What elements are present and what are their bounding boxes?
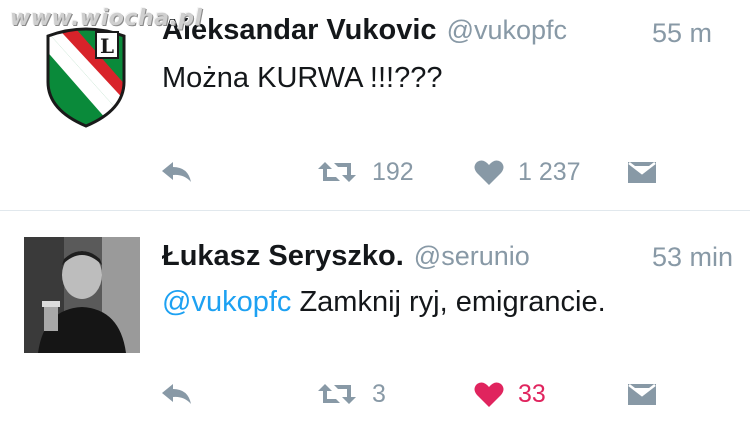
retweet-button[interactable]: 3 [316, 374, 386, 414]
retweet-icon [318, 162, 356, 182]
author-handle[interactable]: @vukopfc [447, 15, 567, 45]
tweet-text: Można KURWA !!!??? [162, 62, 442, 95]
timestamp[interactable]: 55 m [652, 18, 712, 49]
tweet-body: Można KURWA !!!??? [162, 62, 443, 94]
author-name[interactable]: Łukasz Seryszko. [162, 240, 404, 272]
like-count: 1 237 [518, 157, 581, 186]
like-button[interactable]: 1 237 [474, 152, 581, 192]
tweet-text: @vukopfc Zamknij ryj, emigrancie. [162, 286, 606, 319]
avatar[interactable]: L [44, 22, 128, 128]
svg-text:L: L [100, 34, 114, 58]
retweet-button[interactable]: 192 [316, 152, 414, 192]
tweet-header: Aleksandar Vukovic @vukopfc [162, 14, 567, 47]
direct-message-button[interactable] [626, 374, 658, 414]
mention-link[interactable]: @vukopfc [162, 286, 291, 318]
avatar[interactable] [24, 237, 140, 353]
direct-message-icon [628, 162, 656, 183]
retweet-count: 192 [372, 157, 414, 186]
tweet-actions: 3 33 [0, 374, 750, 414]
tweet-header: Łukasz Seryszko. @serunio [162, 240, 530, 273]
tweet[interactable]: L Aleksandar Vukovic @vukopfc 55 m Można … [0, 0, 750, 210]
tweet[interactable]: Łukasz Seryszko. @serunio 53 min @vukopfc… [0, 211, 750, 428]
legia-crest-icon: L [46, 27, 126, 128]
reply-button[interactable] [160, 152, 194, 192]
tweet-actions: 192 1 237 [0, 152, 750, 192]
timestamp[interactable]: 53 min [652, 242, 733, 273]
reply-icon [162, 384, 191, 404]
heart-icon [474, 382, 504, 407]
author-handle[interactable]: @serunio [414, 241, 530, 271]
like-button[interactable]: 33 [474, 374, 546, 414]
retweet-count: 3 [372, 379, 386, 408]
direct-message-icon [628, 384, 656, 405]
watermark: www.wiocha.pl [10, 6, 203, 31]
heart-icon [474, 160, 504, 185]
tweet-body: Zamknij ryj, emigrancie. [291, 286, 606, 318]
author-name[interactable]: Aleksandar Vukovic [162, 14, 437, 46]
reply-icon [162, 162, 191, 182]
reply-button[interactable] [160, 374, 194, 414]
direct-message-button[interactable] [626, 152, 658, 192]
retweet-icon [318, 384, 356, 404]
profile-photo-icon [24, 237, 140, 353]
like-count: 33 [518, 379, 546, 408]
